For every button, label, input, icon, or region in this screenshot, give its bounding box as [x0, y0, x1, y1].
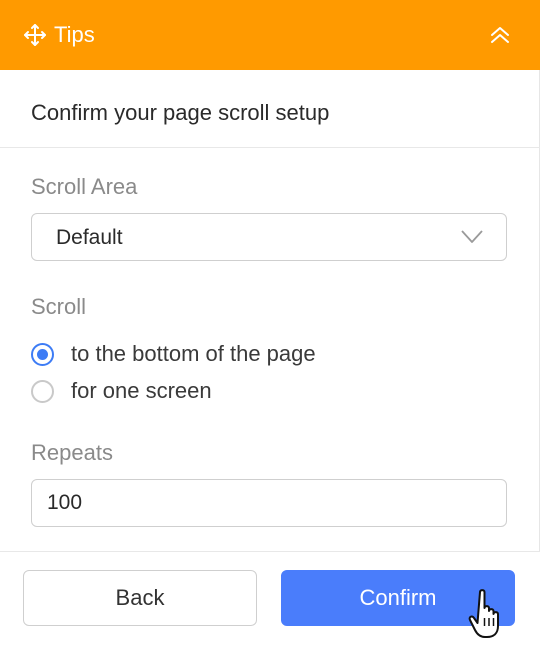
- repeats-label: Repeats: [31, 440, 113, 465]
- radio-label: to the bottom of the page: [71, 341, 316, 366]
- divider: [0, 147, 540, 148]
- panel-footer: Back Confirm: [0, 551, 540, 646]
- scroll-label: Scroll: [31, 294, 87, 319]
- radio-button-checked[interactable]: [31, 342, 54, 366]
- panel-title: Tips: [54, 22, 95, 47]
- repeats-input[interactable]: [31, 479, 507, 527]
- radio-option-one-screen[interactable]: for one screen: [31, 376, 212, 406]
- back-button[interactable]: Back: [23, 570, 257, 626]
- tips-panel: Tips Confirm your page scroll setup Scro…: [0, 0, 540, 646]
- panel-header[interactable]: Tips: [0, 0, 540, 70]
- double-chevron-up-icon[interactable]: [488, 23, 512, 47]
- confirm-button[interactable]: Confirm: [281, 570, 515, 626]
- radio-label: for one screen: [71, 378, 212, 403]
- radio-button[interactable]: [31, 379, 54, 403]
- chevron-down-icon: [461, 230, 483, 243]
- scroll-area-value: Default: [56, 226, 123, 249]
- radio-option-bottom-of-page[interactable]: to the bottom of the page: [31, 339, 316, 369]
- move-icon[interactable]: [22, 22, 48, 48]
- scroll-area-select[interactable]: Default: [31, 213, 507, 261]
- scroll-area-label: Scroll Area: [31, 174, 138, 199]
- panel-subtitle: Confirm your page scroll setup: [31, 100, 330, 125]
